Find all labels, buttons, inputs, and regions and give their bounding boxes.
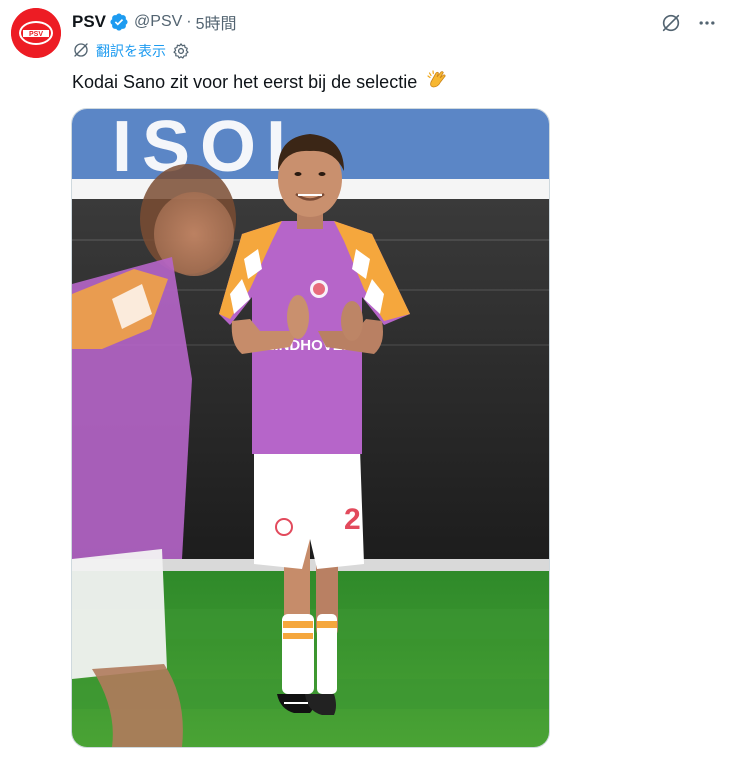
tweet-header: PSV @PSV · 5時間 xyxy=(72,11,237,33)
account-handle[interactable]: @PSV xyxy=(134,13,182,31)
translate-off-icon xyxy=(72,41,90,62)
avatar[interactable]: PSV xyxy=(11,8,61,58)
tweet[interactable]: PSV PSV @PSV · 5時間 翻訳を表示 Kodai Sano zit … xyxy=(0,0,732,761)
tweet-timestamp[interactable]: 5時間 xyxy=(196,10,237,34)
more-options-icon[interactable] xyxy=(694,10,720,36)
verified-badge-icon xyxy=(109,12,129,32)
tweet-text-body: Kodai Sano zit voor het eerst bij de sel… xyxy=(72,71,418,92)
header-separator: · xyxy=(186,13,192,30)
avatar-logo-text: PSV xyxy=(29,31,43,38)
translate-row: 翻訳を表示 xyxy=(72,40,190,62)
show-translation-link[interactable]: 翻訳を表示 xyxy=(96,41,166,61)
grok-icon[interactable] xyxy=(658,10,684,36)
tweet-photo[interactable]: ISOL 2 EINDHOVEN xyxy=(71,108,550,748)
gear-icon[interactable] xyxy=(172,42,190,60)
tweet-text: Kodai Sano zit voor het eerst bij de sel… xyxy=(72,68,449,98)
left-hand xyxy=(287,295,309,339)
account-name[interactable]: PSV xyxy=(72,12,106,32)
clapping-hands-icon xyxy=(425,68,449,98)
foreground-player-shorts xyxy=(72,549,167,679)
right-hand xyxy=(341,301,363,341)
top-actions xyxy=(648,10,720,36)
svg-text:2: 2 xyxy=(344,503,361,536)
